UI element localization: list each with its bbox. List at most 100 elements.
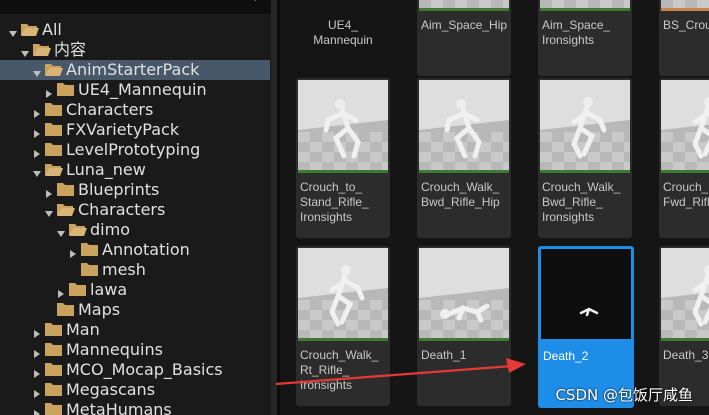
folder-icon (80, 241, 99, 257)
tree-item[interactable]: Maps (0, 300, 270, 320)
chevron-down-icon[interactable] (32, 164, 42, 177)
asset-name: Death_1 (421, 348, 467, 362)
search-bar[interactable]: luna (0, 0, 272, 14)
chevron-right-icon[interactable] (44, 84, 54, 98)
asset-type-bar (541, 339, 631, 342)
tree-item-label: UE4_Mannequin (78, 80, 207, 99)
tree-item[interactable]: dimo (0, 220, 270, 240)
chevron-right-icon[interactable] (32, 364, 42, 378)
tree-item-label: lawa (90, 280, 128, 299)
asset-thumbnail (419, 80, 509, 170)
asset-tile[interactable]: Aim_Space_Hip (417, 0, 511, 76)
tree-item[interactable]: Blueprints (0, 180, 270, 200)
folder-open-icon (44, 161, 63, 177)
chevron-down-icon[interactable] (20, 44, 30, 57)
asset-grid: UE4_ Mannequin Aim_Space_Hip Aim_Space_ Ir… (280, 0, 709, 415)
tree-item[interactable]: mesh (0, 260, 270, 280)
asset-name: Aim_Space_Hip (421, 18, 508, 32)
folder-open-icon (32, 41, 51, 57)
asset-tile[interactable]: Aim_Space_ Ironsights (538, 0, 632, 76)
asset-type-bar (540, 8, 630, 11)
tree-item[interactable]: FXVarietyPack (0, 120, 270, 140)
asset-thumbnail (661, 0, 709, 8)
tree-item[interactable]: LevelPrototyping (0, 140, 270, 160)
asset-type-bar (298, 338, 388, 341)
tree-item[interactable]: MetaHumans (0, 400, 270, 415)
asset-tile[interactable]: Crouch_Walk_ Bwd_Rifle_ Ironsights (538, 78, 632, 238)
tree-item-label: Annotation (102, 240, 190, 259)
tree-item-label: AnimStarterPack (66, 60, 200, 79)
tree-item[interactable]: Luna_new (0, 160, 270, 180)
tree-item[interactable]: MCO_Mocap_Basics (0, 360, 270, 380)
tree-item[interactable]: Characters (0, 200, 270, 220)
tree-item-label: MetaHumans (66, 400, 172, 415)
folder-icon (56, 301, 75, 317)
chevron-right-icon[interactable] (32, 404, 42, 415)
asset-thumbnail (419, 248, 509, 338)
folder-open-icon (20, 21, 39, 37)
chevron-right-icon[interactable] (32, 144, 42, 158)
chevron-right-icon[interactable] (32, 324, 42, 338)
chevron-right-icon[interactable] (44, 184, 54, 198)
folder-icon (44, 101, 63, 117)
search-icon[interactable] (238, 0, 258, 2)
tree-item-label: 内容 (54, 40, 87, 59)
chevron-down-icon[interactable] (32, 64, 42, 77)
asset-tile[interactable]: UE4_ Mannequin (296, 0, 390, 76)
chevron-down-icon[interactable] (56, 224, 66, 237)
chevron-right-icon[interactable] (56, 284, 66, 298)
chevron-right-icon[interactable] (32, 104, 42, 118)
chevron-right-icon[interactable] (68, 244, 78, 258)
tree-item[interactable]: Annotation (0, 240, 270, 260)
folder-icon (56, 81, 75, 97)
asset-tile[interactable]: Crouch_Walk_ Rt_Rifle_ Ironsights (296, 246, 390, 406)
folder-icon (44, 381, 63, 397)
asset-tile[interactable]: Death_1 (417, 246, 511, 406)
tree-item-label: Luna_new (66, 160, 146, 179)
asset-type-bar (661, 170, 709, 173)
asset-type-bar (419, 170, 509, 173)
tree-item-label: Blueprints (78, 180, 160, 199)
asset-name: Crouch_Walk_ Bwd_Rifle_Hip (421, 180, 500, 209)
folder-icon (44, 401, 63, 415)
asset-name: Aim_Space_ Ironsights (542, 18, 611, 47)
asset-name: Death_2 (543, 349, 589, 363)
asset-tile[interactable]: BS_Crou (659, 0, 709, 76)
sources-panel: luna All内容AnimStarterPackUE4_MannequinCh… (0, 0, 272, 415)
folder-open-icon (56, 201, 75, 217)
chevron-right-icon[interactable] (32, 344, 42, 358)
tree-item[interactable]: lawa (0, 280, 270, 300)
chevron-right-icon[interactable] (32, 384, 42, 398)
folder-open-icon (44, 61, 63, 77)
tree-item[interactable]: Mannequins (0, 340, 270, 360)
asset-type-bar (661, 338, 709, 341)
tree-item-label: All (42, 20, 62, 39)
tree-item[interactable]: AnimStarterPack (0, 60, 270, 80)
asset-thumbnail (298, 80, 388, 170)
folder-icon (68, 281, 87, 297)
tree-item[interactable]: Man (0, 320, 270, 340)
tree-item[interactable]: Characters (0, 100, 270, 120)
tree-item[interactable]: UE4_Mannequin (0, 80, 270, 100)
asset-thumbnail (541, 249, 631, 339)
asset-tile[interactable]: Death_3 (659, 246, 709, 406)
tree-item[interactable]: 内容 (0, 40, 270, 60)
tree-item-label: mesh (102, 260, 146, 279)
asset-type-bar (661, 8, 709, 11)
asset-name: Crouch_ Fwd_Rifl (663, 180, 709, 209)
chevron-down-icon[interactable] (8, 24, 18, 37)
tree-item-label: dimo (90, 220, 130, 239)
asset-thumbnail (540, 80, 630, 170)
chevron-down-icon[interactable] (44, 204, 54, 217)
tree-item[interactable]: Megascans (0, 380, 270, 400)
asset-tile[interactable]: Crouch_ Fwd_Rifl (659, 78, 709, 238)
chevron-right-icon[interactable] (32, 124, 42, 138)
tree-item-label: FXVarietyPack (66, 120, 180, 139)
asset-tile[interactable]: Crouch_Walk_ Bwd_Rifle_Hip (417, 78, 511, 238)
tree-item-label: Maps (78, 300, 121, 319)
asset-thumbnail (661, 248, 709, 338)
tree-item[interactable]: All (0, 20, 270, 40)
asset-thumbnail (298, 248, 388, 338)
asset-tile[interactable]: Crouch_to_ Stand_Rifle_ Ironsights (296, 78, 390, 238)
asset-type-bar (540, 170, 630, 173)
